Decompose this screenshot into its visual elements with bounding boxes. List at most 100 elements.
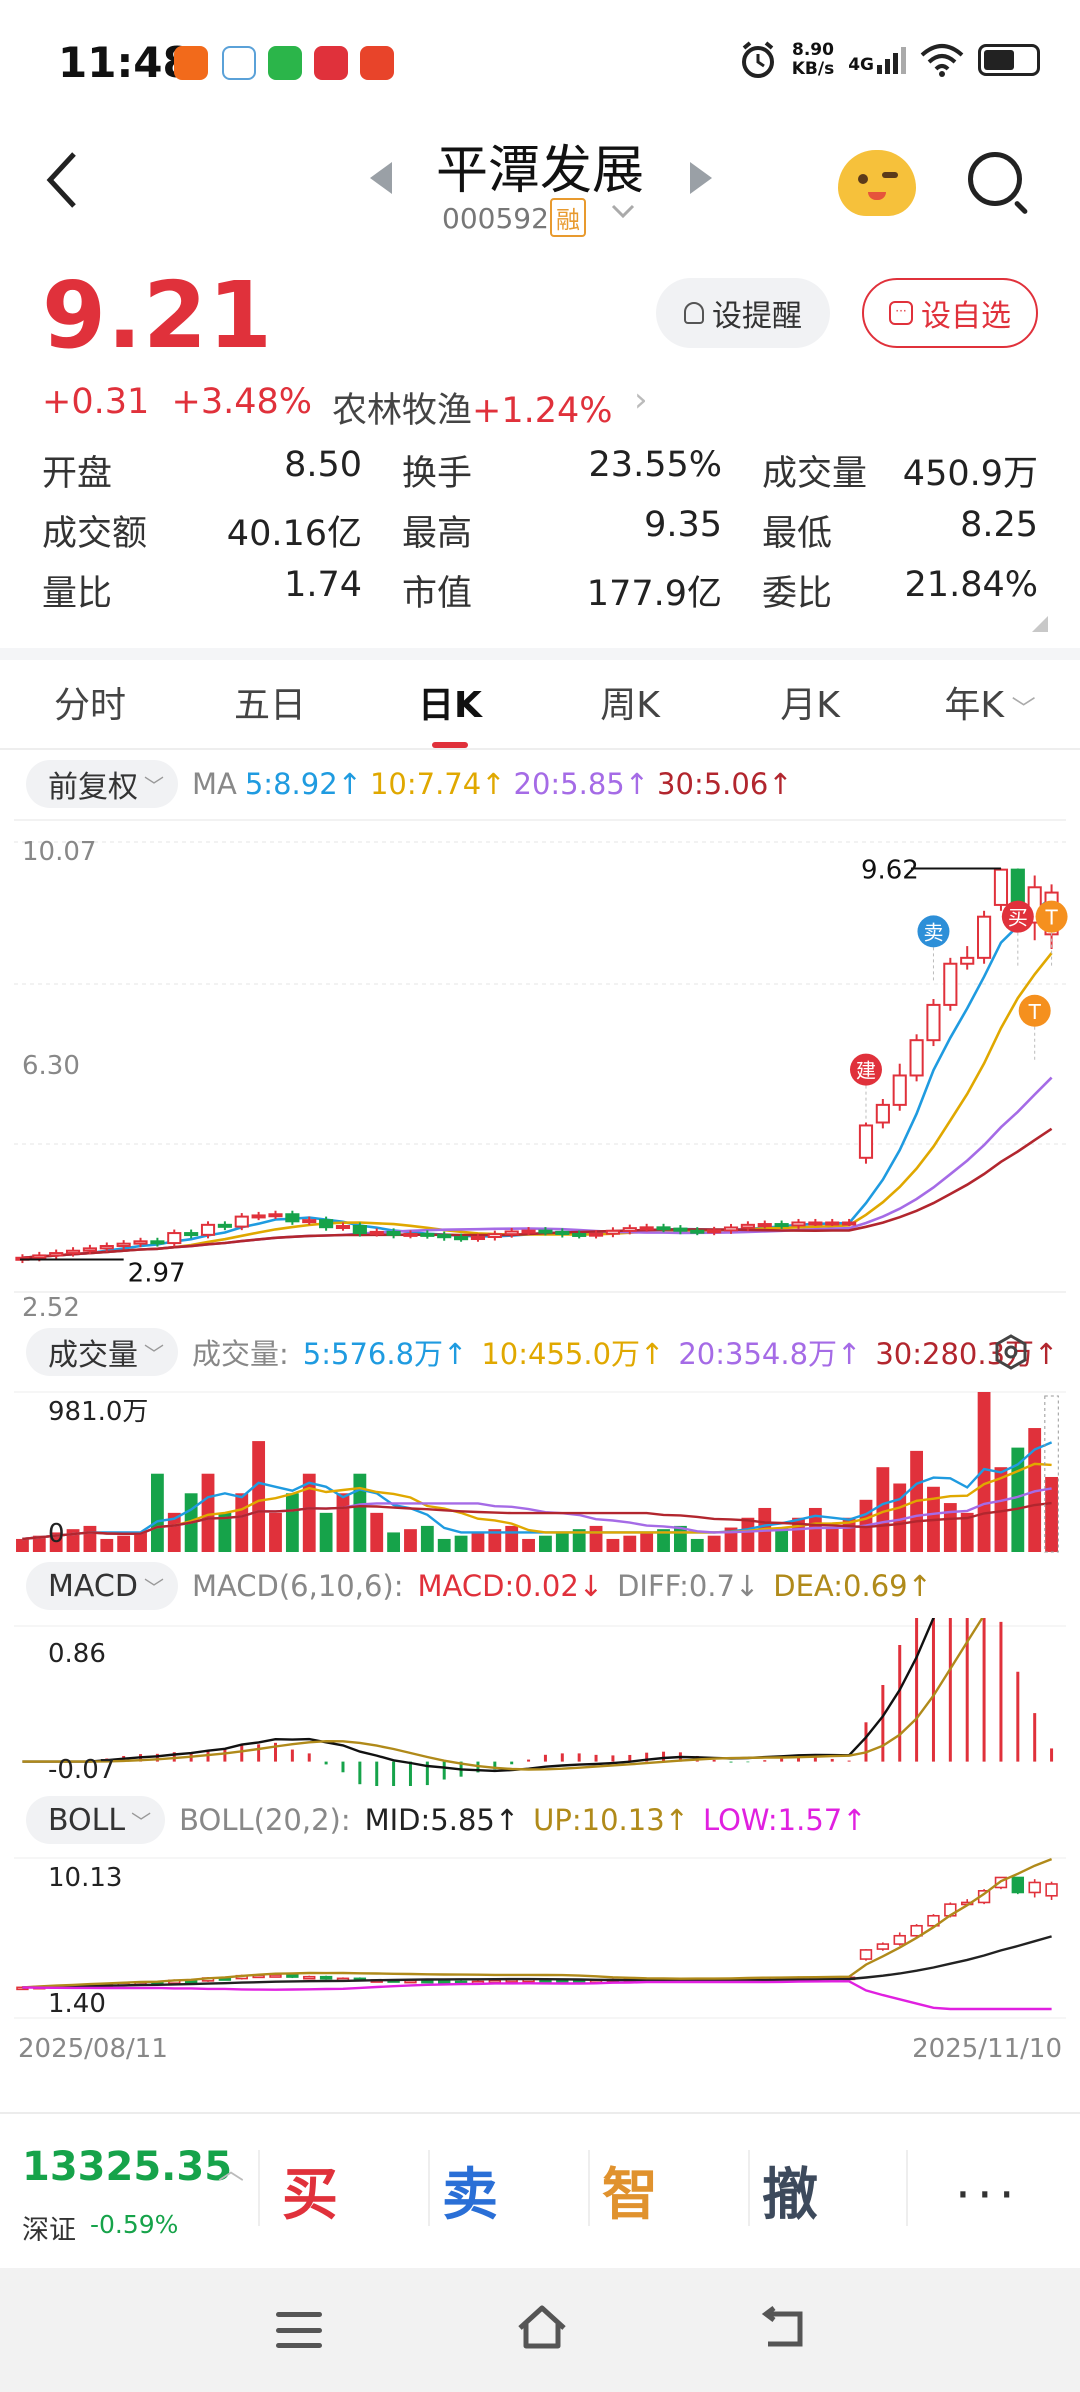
menu-icon[interactable]	[276, 2312, 322, 2348]
macd-indicator-dropdown[interactable]: MACD ﹀	[26, 1562, 178, 1610]
quote-field-key: 成交量	[762, 453, 868, 494]
quote-field-key: 最高	[402, 513, 473, 554]
volume-bar	[269, 1512, 282, 1552]
chevron-right-icon[interactable]: ›	[634, 380, 648, 420]
candle	[200, 1223, 216, 1236]
candle	[234, 1215, 249, 1228]
next-stock-arrow-icon[interactable]	[690, 162, 712, 194]
stock-name: 平潭发展	[435, 141, 644, 201]
volume-bar	[134, 1532, 147, 1552]
boll-indicator-label: BOLL	[48, 1802, 126, 1838]
ma-label: MA	[192, 767, 237, 801]
legend-item: 20:354.8万↑	[678, 1337, 862, 1371]
low-marker-label: 2.97	[128, 1259, 186, 1289]
sector-name: 农林牧渔	[332, 391, 473, 431]
candle	[65, 1249, 81, 1255]
tab-5[interactable]: 年K ﹀	[900, 674, 1080, 746]
volume-bar	[977, 1392, 991, 1552]
boll-candle	[859, 1949, 873, 1960]
divider	[0, 2112, 1080, 2114]
tab-2[interactable]: 日K	[360, 674, 540, 748]
prev-stock-arrow-icon[interactable]	[370, 162, 392, 194]
settings-hex-icon[interactable]	[994, 1334, 1028, 1370]
adjust-type-dropdown[interactable]: 前复权 ﹀	[26, 760, 178, 808]
y-axis-label: 10.07	[22, 837, 96, 867]
volume-bar	[741, 1517, 755, 1552]
legend-item: 5:576.8万↑	[302, 1337, 468, 1371]
quote-field-key: 成交额	[42, 513, 148, 554]
back-icon[interactable]	[760, 2306, 808, 2350]
quote-row: 开盘 8.50 换手 23.55% 成交量 450.9万	[42, 440, 1038, 500]
battery-icon	[978, 44, 1040, 76]
y-axis-label: 981.0万	[48, 1397, 148, 1427]
home-icon[interactable]	[516, 2304, 568, 2350]
legend-item: DEA:0.69↑	[773, 1569, 932, 1603]
status-bar: 11:48 8.90 KB/s 4G	[0, 0, 1080, 120]
stock-code: 000592	[442, 202, 549, 235]
volume-indicator-dropdown[interactable]: 成交量 ﹀	[26, 1328, 178, 1376]
quote-field-value: 8.25	[960, 504, 1038, 545]
volume-bar	[589, 1525, 603, 1552]
volume-bar	[235, 1493, 249, 1552]
volume-legend-row: 成交量 ﹀ 成交量: 5:576.8万↑ 10:455.0万↑ 20:354.8万↑ 3…	[26, 1328, 1058, 1376]
tab-3[interactable]: 周K	[540, 674, 720, 746]
candle	[656, 1226, 671, 1231]
signal-label: 建	[856, 1059, 876, 1083]
kline-chart[interactable]: 10.076.302.529.622.97建卖买 TT	[0, 818, 1080, 1318]
y-axis-label: -0.07	[48, 1755, 115, 1785]
sector-link[interactable]: 农林牧渔+1.24%	[332, 382, 613, 433]
index-value[interactable]: 13325.35	[22, 2144, 232, 2190]
quote-field: 市值 177.9亿	[402, 565, 762, 616]
candle	[791, 1221, 806, 1227]
tab-1[interactable]: 五日	[180, 674, 360, 746]
boll-candle	[303, 1975, 316, 1980]
trade-action-0[interactable]: 买	[250, 2150, 370, 2231]
legend-item: 20:5.85↑	[513, 767, 650, 801]
boll-candle	[286, 1974, 299, 1978]
volume-bar	[252, 1441, 266, 1552]
candle	[454, 1236, 469, 1241]
y-axis-label: 0.86	[48, 1639, 106, 1669]
candle	[150, 1240, 165, 1245]
add-watchlist-button[interactable]: ··· 设自选	[862, 278, 1038, 348]
macd-chart[interactable]: 0.86 -0.07	[0, 1618, 1080, 1786]
candle	[588, 1232, 604, 1237]
boll-chart[interactable]: 10.13 1.40	[0, 1852, 1080, 2024]
tab-4[interactable]: 月K	[720, 674, 900, 746]
signal-icon: 4G	[848, 45, 906, 75]
search-icon[interactable]	[968, 152, 1022, 206]
volume-chart[interactable]: 981.0万 0	[0, 1384, 1080, 1556]
candle	[757, 1223, 772, 1228]
chevron-up-icon[interactable]: ︿	[218, 2150, 244, 2187]
app-notification-icon	[360, 46, 394, 80]
chevron-down-icon: ﹀	[1003, 695, 1036, 723]
candle	[487, 1233, 502, 1239]
macd-legend-row: MACD ﹀ MACD(6,10,6): MACD:0.02↓ DIFF:0.7↓ D…	[26, 1562, 932, 1610]
date-start: 2025/08/11	[18, 2034, 168, 2064]
more-button[interactable]: ···	[955, 2166, 1021, 2224]
divider	[906, 2150, 908, 2226]
candle	[32, 1254, 47, 1259]
legend-item: 30:5.06↑	[657, 767, 793, 801]
mascot-avatar-icon[interactable]	[838, 150, 916, 216]
candle	[82, 1247, 97, 1252]
divider	[258, 2150, 260, 2226]
legend-item: 5:8.92↑	[244, 767, 362, 801]
signal-label: T	[1044, 906, 1058, 930]
period-tabs: 分时 五日 日K 周K 月K 年K ﹀	[0, 674, 1080, 748]
tab-label: 日K	[418, 685, 482, 726]
set-reminder-button[interactable]: 设提醒	[656, 278, 830, 348]
quote-field: 换手 23.55%	[402, 445, 762, 496]
tab-0[interactable]: 分时	[0, 674, 180, 746]
adjust-type-label: 前复权	[48, 770, 138, 805]
change-percent: +3.48%	[171, 382, 313, 422]
volume-bar	[539, 1535, 552, 1552]
chevron-down-icon[interactable]	[610, 198, 636, 228]
boll-indicator-dropdown[interactable]: BOLL ﹀	[26, 1796, 166, 1844]
y-axis-label: 1.40	[48, 1989, 106, 2019]
tab-label: 五日	[233, 685, 306, 726]
app-notification-icon	[174, 46, 208, 80]
candle	[403, 1232, 418, 1237]
expand-corner-icon[interactable]	[1032, 616, 1048, 632]
volume-bar	[623, 1535, 637, 1552]
